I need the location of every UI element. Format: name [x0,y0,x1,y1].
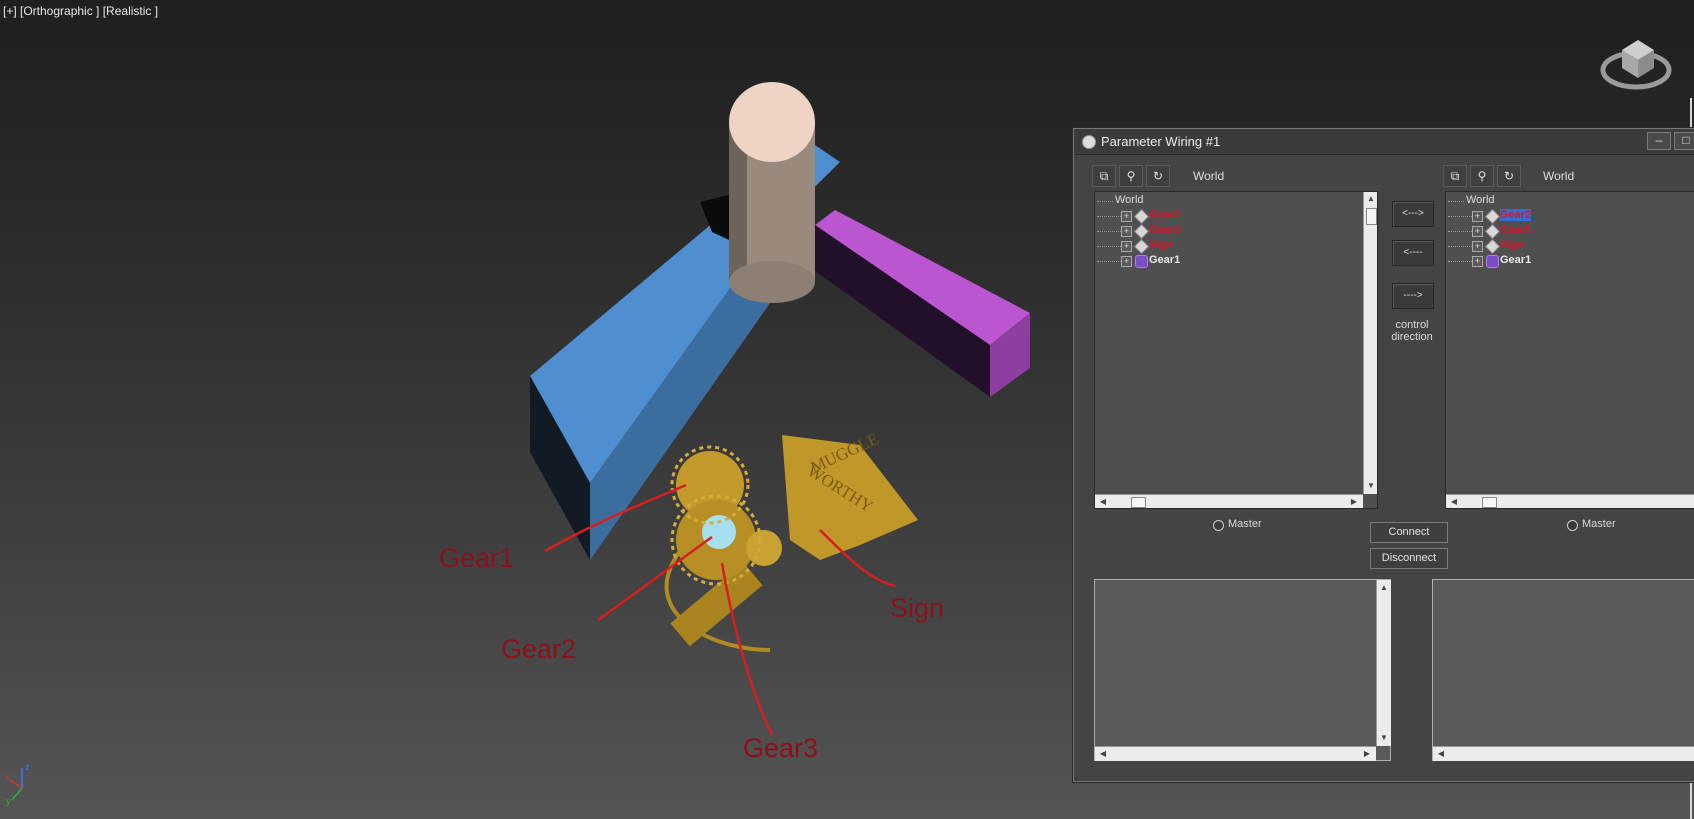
bone-icon [1486,255,1499,268]
viewcube-icon[interactable] [1598,28,1674,98]
expand-icon: + [1472,211,1483,222]
app-icon [1082,135,1096,149]
left-to-right-button[interactable]: ----> [1392,283,1434,309]
gear3-label: Gear3 [743,733,819,763]
left-expr-hscrollbar[interactable]: ◀ ▶ [1095,746,1376,761]
right-world-label: World [1543,169,1575,183]
dialog-title: Parameter Wiring #1 [1101,134,1221,149]
object-icon [1485,209,1500,224]
expand-icon: + [1121,211,1132,222]
scroll-left-icon: ◀ [1099,497,1107,506]
expand-icon: + [1472,241,1483,252]
scroll-right-icon: ▶ [1363,749,1371,758]
left-refresh-icon[interactable]: ↻ [1146,165,1170,187]
scroll-down-icon: ▼ [1367,481,1375,490]
minimize-button[interactable]: ‒ [1647,132,1671,150]
scroll-left-icon: ◀ [1099,749,1107,758]
control-direction-label: control direction [1391,319,1433,343]
left-root-label: World [1115,194,1144,206]
object-icon [1485,239,1500,254]
left-tree-view[interactable]: World + Gear2 + Gear3 + Sign + Gear1 ▲ ▼… [1094,191,1378,509]
right-to-left-button[interactable]: <---- [1392,240,1434,266]
sign-text-line2: WORTHY [804,461,876,516]
left-tree-hscrollbar[interactable]: ◀ ▶ [1095,494,1363,508]
parameter-wiring-dialog[interactable]: Parameter Wiring #1 ‒ □ ⧉ ⚲ ↻ World Worl… [1073,128,1694,782]
expand-icon: + [1121,226,1132,237]
axis-tripod-icon: z x y [5,762,30,806]
right-expression-textarea[interactable]: ◀ [1432,579,1694,761]
object-icon [1134,239,1149,254]
expand-icon: + [1121,241,1132,252]
left-binoculars-icon[interactable]: ⚲ [1119,165,1143,187]
expand-icon: + [1472,226,1483,237]
object-icon [1134,209,1149,224]
scroll-down-icon: ▼ [1380,733,1388,742]
left-tree-vscrollbar[interactable]: ▲ ▼ [1363,192,1377,494]
dialog-titlebar[interactable]: Parameter Wiring #1 ‒ □ [1074,129,1694,155]
gear2-label: Gear2 [501,634,577,664]
scroll-up-icon: ▲ [1380,583,1388,592]
right-master-radio[interactable] [1567,520,1578,531]
left-find-object-icon[interactable]: ⧉ [1092,165,1116,187]
scroll-left-icon: ◀ [1437,749,1445,758]
maximize-button[interactable]: □ [1674,132,1694,150]
sign-label: Sign [890,593,945,623]
right-refresh-icon[interactable]: ↻ [1497,165,1521,187]
scroll-left-icon: ◀ [1450,497,1458,506]
scroll-right-icon: ▶ [1350,497,1358,506]
right-tree-view[interactable]: World + Gear2 + Gear3 + Sign + Gear1 ◀ [1445,191,1694,509]
bidirectional-button[interactable]: <---> [1392,201,1434,227]
object-icon [1485,224,1500,239]
expand-icon: + [1121,256,1132,267]
left-expr-vscrollbar[interactable]: ▲ ▼ [1376,580,1391,746]
left-master-label: Master [1228,518,1262,530]
right-master-label: Master [1582,518,1616,530]
connect-button[interactable]: Connect [1370,522,1448,543]
left-world-label: World [1193,169,1225,183]
disconnect-button[interactable]: Disconnect [1370,548,1448,569]
left-expression-textarea[interactable]: ▲ ▼ ◀ ▶ [1094,579,1391,761]
axis-y-label: y [6,796,11,806]
axis-x-label: x [5,772,10,782]
right-root-label: World [1466,194,1495,206]
expand-icon: + [1472,256,1483,267]
bone-icon [1135,255,1148,268]
right-expr-hscrollbar[interactable]: ◀ [1433,746,1694,761]
axis-z-label: z [25,762,30,772]
right-tree-hscrollbar[interactable]: ◀ [1446,494,1694,508]
right-binoculars-icon[interactable]: ⚲ [1470,165,1494,187]
gear1-label: Gear1 [439,543,515,573]
object-icon [1134,224,1149,239]
left-master-radio[interactable] [1213,520,1224,531]
scroll-up-icon: ▲ [1367,194,1375,203]
right-find-object-icon[interactable]: ⧉ [1443,165,1467,187]
